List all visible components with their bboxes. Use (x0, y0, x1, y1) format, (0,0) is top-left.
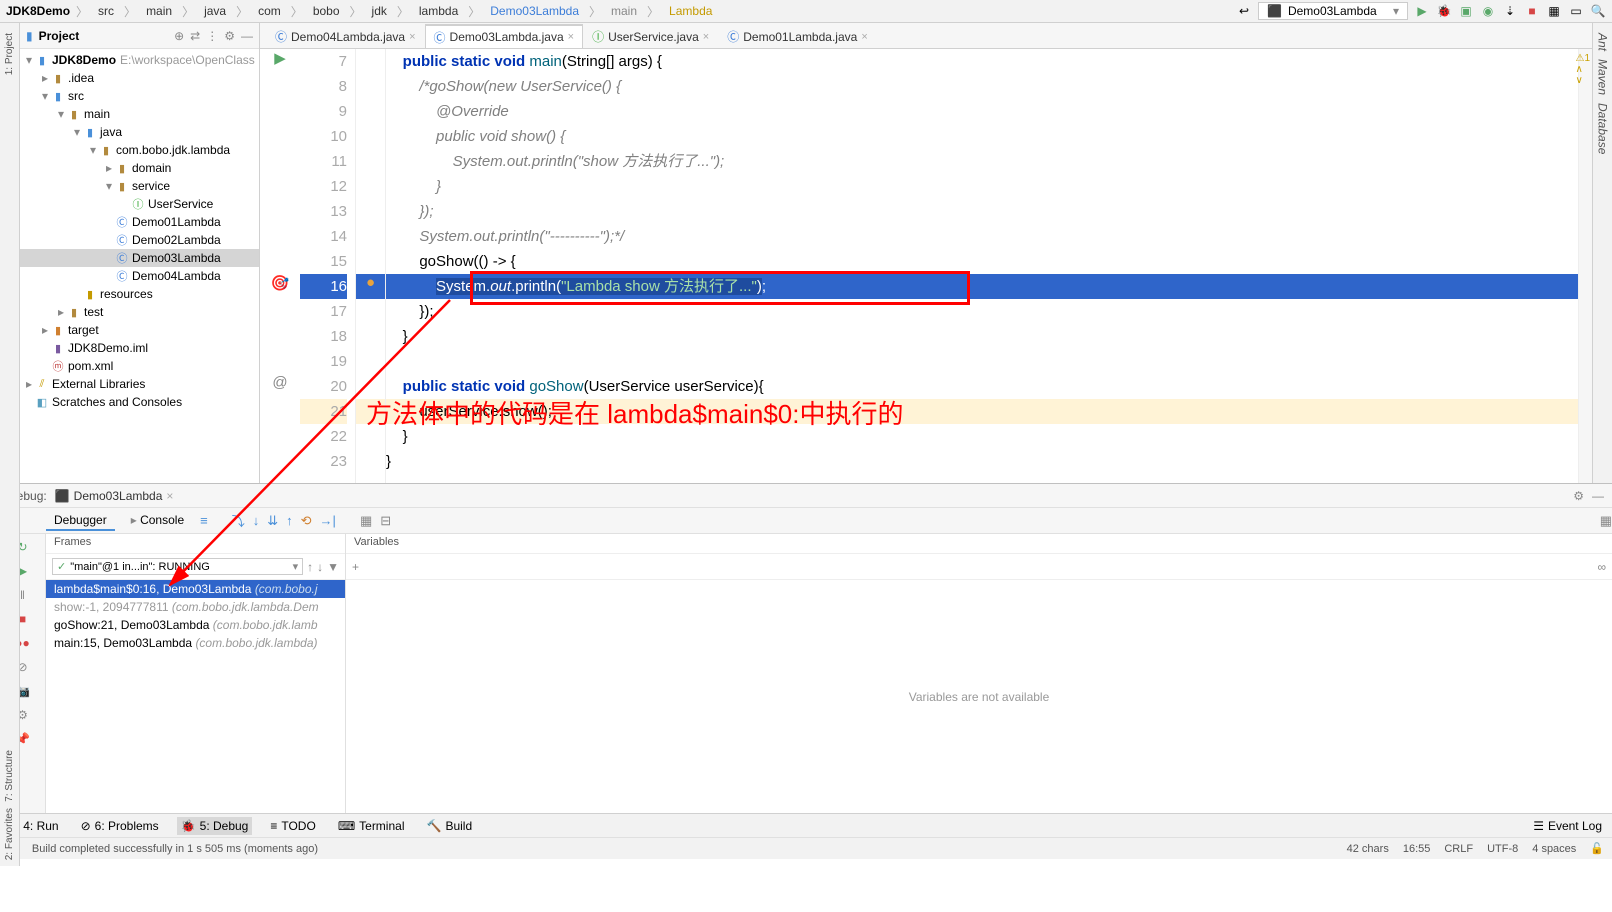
annotation-arrow (0, 0, 1612, 912)
